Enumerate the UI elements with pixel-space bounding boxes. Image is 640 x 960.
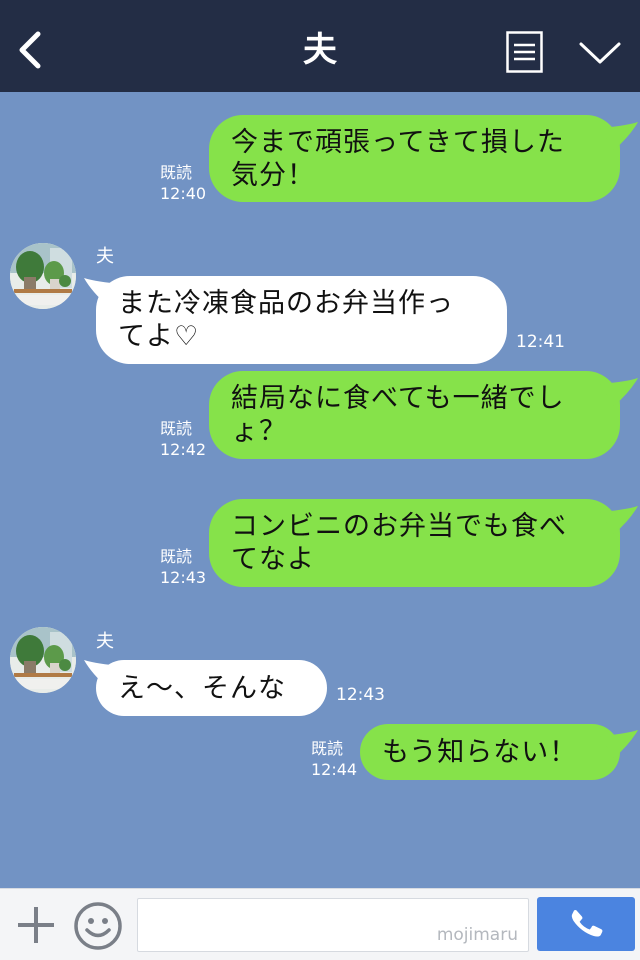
message-meta: 既読 12:44 <box>311 738 357 780</box>
bubble-tail <box>600 506 638 534</box>
input-bar: mojimaru <box>0 888 640 960</box>
message-line: 今まで頑張ってきて損した <box>231 126 565 158</box>
message-line: てよ♡ <box>118 321 200 352</box>
message-bubble[interactable]: 結局なに食べても一緒でし ょ？ <box>209 371 620 459</box>
message-bubble[interactable]: もう知らない！ <box>360 724 620 780</box>
bubble-tail <box>600 730 638 758</box>
message-line: てなよ <box>231 544 315 575</box>
message-bubble[interactable]: え〜、そんな <box>96 660 327 716</box>
message-line: また冷凍食品のお弁当作っ <box>118 288 454 319</box>
message-time: 12:43 <box>160 568 207 587</box>
message-line: え〜、そんな <box>118 672 286 704</box>
message-bubble[interactable]: コンビニのお弁当でも食べ てなよ <box>209 499 620 587</box>
read-receipt: 既読 <box>160 163 193 182</box>
message-line: 結局なに食べても一緒でし <box>231 383 565 414</box>
message-bubble[interactable]: 今まで頑張ってきて損した 気分！ <box>209 115 620 202</box>
message-time: 12:41 <box>516 332 565 352</box>
message-time: 12:44 <box>311 760 358 779</box>
message-line: コンビニのお弁当でも食べ <box>231 511 567 542</box>
message-time: 12:43 <box>336 685 385 705</box>
sender-name: 夫 <box>96 631 114 652</box>
message-meta: 既読 12:42 <box>160 418 206 460</box>
read-receipt: 既読 <box>160 419 193 438</box>
chevron-down-icon <box>579 42 621 64</box>
read-receipt: 既読 <box>160 547 193 566</box>
bubble-tail <box>600 378 638 406</box>
message-input[interactable]: mojimaru <box>137 898 529 952</box>
plant-avatar-image <box>10 243 76 309</box>
dropdown-button[interactable] <box>578 38 622 68</box>
avatar[interactable] <box>10 627 76 693</box>
message-line: もう知らない！ <box>382 736 578 768</box>
chat-header: 夫 <box>0 0 640 92</box>
bubble-tail <box>600 122 638 150</box>
message-time: 12:40 <box>160 184 207 203</box>
chat-title: 夫 <box>303 30 337 70</box>
sender-name: 夫 <box>96 246 114 267</box>
message-meta: 既読 12:40 <box>160 162 206 204</box>
menu-button[interactable] <box>506 31 543 73</box>
message-line: 気分！ <box>231 159 315 191</box>
read-receipt: 既読 <box>311 739 344 758</box>
message-time: 12:42 <box>160 440 207 459</box>
avatar[interactable] <box>10 243 76 309</box>
phone-icon <box>571 910 603 937</box>
chat-area[interactable]: 既読 12:40 今まで頑張ってきて損した 気分！ 夫 また冷凍食品のお弁当作っ… <box>0 92 640 888</box>
message-bubble[interactable]: また冷凍食品のお弁当作っ てよ♡ <box>96 276 507 364</box>
smiley-icon <box>74 902 122 950</box>
plus-icon <box>18 907 54 943</box>
list-icon <box>506 31 543 73</box>
message-line: ょ？ <box>231 416 287 447</box>
call-button[interactable] <box>537 897 635 951</box>
emoji-button[interactable] <box>73 901 123 951</box>
plant-avatar-image <box>10 627 76 693</box>
watermark-text: mojimaru <box>436 925 518 945</box>
add-button[interactable] <box>14 903 58 947</box>
message-meta: 既読 12:43 <box>160 546 206 588</box>
